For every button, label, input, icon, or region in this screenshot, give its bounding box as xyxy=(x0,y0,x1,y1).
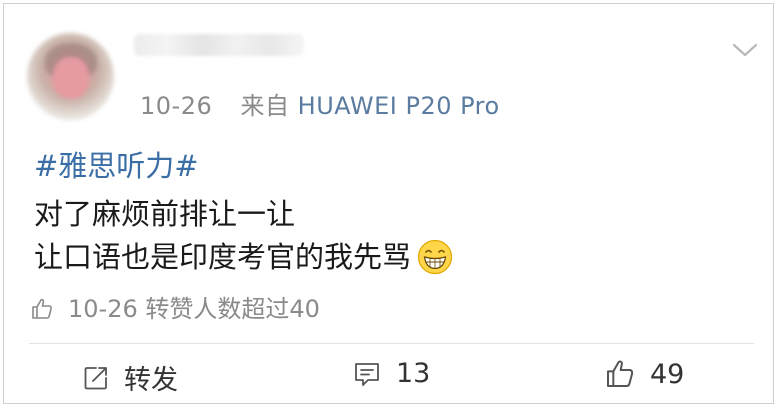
like-summary: 10-26 转赞人数超过40 xyxy=(30,289,320,324)
divider xyxy=(29,343,754,344)
comment-count: 13 xyxy=(396,358,431,389)
post-text-line-2-text: 让口语也是印度考官的我先骂 xyxy=(34,240,412,274)
thumbs-up-icon xyxy=(32,298,52,319)
like-button[interactable]: 49 xyxy=(604,358,684,390)
post-meta: 10-26 来自 HUAWEI P20 Pro xyxy=(140,86,500,121)
like-summary-text: 转赞人数超过40 xyxy=(145,295,320,323)
post-card: 10-26 来自 HUAWEI P20 Pro #雅思听力# 对了麻烦前排让一让… xyxy=(3,3,774,404)
comment-button[interactable]: 13 xyxy=(352,358,430,389)
grinning-face-icon xyxy=(417,239,453,275)
device-link[interactable]: HUAWEI P20 Pro xyxy=(298,92,500,120)
avatar[interactable] xyxy=(27,33,114,120)
repost-label: 转发 xyxy=(124,365,178,396)
username-blurred[interactable] xyxy=(134,34,304,56)
repost-icon xyxy=(84,366,107,389)
post-text-line-2: 让口语也是印度考官的我先骂 xyxy=(34,234,453,276)
post-date: 10-26 xyxy=(140,92,213,120)
post-text-line-1: 对了麻烦前排让一让 xyxy=(34,197,296,231)
comment-icon xyxy=(355,362,379,386)
avatar-face-blur xyxy=(53,57,89,99)
like-count: 49 xyxy=(650,358,685,390)
source-prefix: 来自 xyxy=(240,92,290,120)
chevron-down-icon[interactable] xyxy=(732,42,758,58)
repost-button[interactable]: 转发 xyxy=(82,358,178,397)
topic-hashtag[interactable]: #雅思听力# xyxy=(34,143,199,185)
like-icon xyxy=(607,360,634,387)
like-summary-date: 10-26 xyxy=(68,295,138,323)
